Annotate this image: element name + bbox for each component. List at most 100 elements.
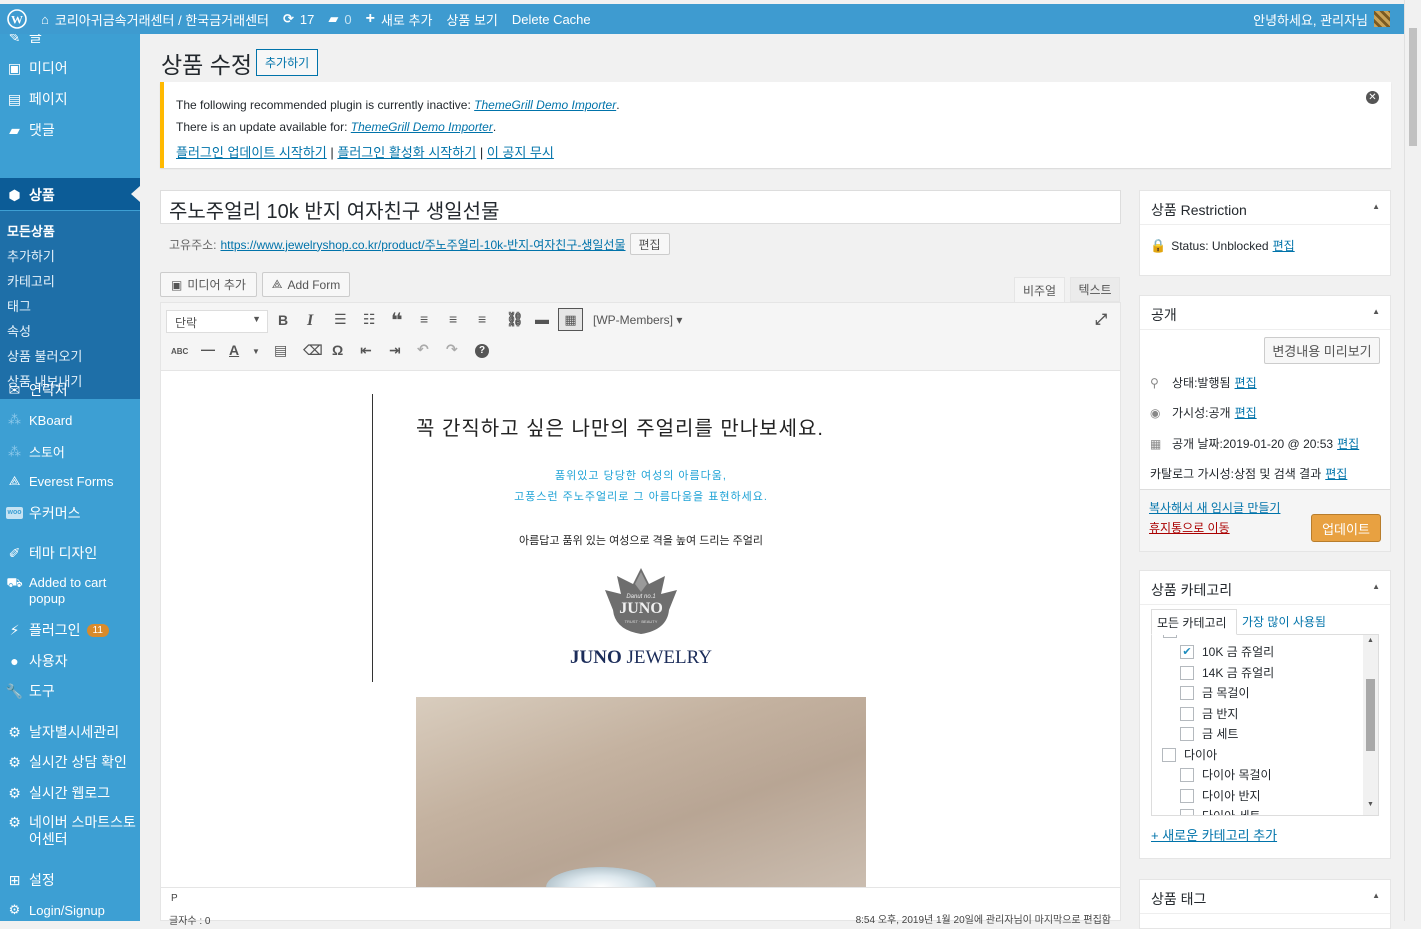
view-product-link[interactable]: 상품 보기	[439, 4, 504, 34]
menu-naver-smartstore[interactable]: ⚙ 네이버 스마트스토어센터	[0, 814, 140, 848]
scroll-up-icon[interactable]: ▲	[1367, 637, 1374, 644]
visibility-edit-link[interactable]: 편집	[1235, 404, 1257, 421]
menu-contact[interactable]: ✉ 연락처	[0, 380, 140, 400]
copy-draft-link[interactable]: 복사해서 새 임시글 만들기	[1149, 499, 1280, 516]
comments-link[interactable]: ▰ 0	[321, 4, 358, 34]
tab-text[interactable]: 텍스트	[1070, 277, 1120, 302]
submenu-tags[interactable]: 태그	[7, 296, 31, 315]
notice-plugin-link-1[interactable]: ThemeGrill Demo Importer	[474, 98, 616, 112]
publish-title[interactable]: 공개	[1140, 296, 1390, 330]
add-form-button[interactable]: ⟁ Add Form	[262, 272, 350, 297]
restriction-title[interactable]: 상품 Restriction	[1140, 191, 1390, 225]
editor-content[interactable]: 꼭 간직하고 싶은 나만의 주얼리를 만나보세요. 품위있고 당당한 여성의 아…	[161, 372, 1120, 887]
checkbox[interactable]	[1180, 767, 1194, 782]
checkbox[interactable]	[1180, 808, 1194, 815]
add-media-button[interactable]: ▣ 미디어 추가	[160, 272, 257, 297]
updates-link[interactable]: ⟳ 17	[276, 4, 321, 34]
menu-woocommerce[interactable]: woo 우커머스	[0, 503, 140, 523]
menu-plugins[interactable]: ⚡ 플러그인 11	[0, 620, 140, 640]
category-item[interactable]: ✔ 10K 금 쥬얼리	[1180, 643, 1274, 660]
undo-icon[interactable]: ↶	[417, 341, 429, 358]
menu-store[interactable]: ⁂ 스토어	[0, 442, 140, 461]
format-select[interactable]: 단락 ▼	[166, 310, 268, 333]
preview-changes-button[interactable]: 변경내용 미리보기	[1264, 337, 1380, 364]
category-item[interactable]: 다이아 반지	[1180, 787, 1261, 804]
menu-kboard[interactable]: ⁂ KBoard	[0, 412, 140, 428]
help-icon[interactable]: ?	[475, 344, 489, 358]
submenu-import[interactable]: 상품 불러오기	[7, 346, 82, 365]
bullet-list-icon[interactable]: ☰	[334, 311, 347, 328]
post-title-input[interactable]: 주노주얼리 10k 반지 여자친구 생일선물	[160, 190, 1121, 224]
trash-link[interactable]: 휴지통으로 이동	[1149, 519, 1230, 536]
align-center-icon[interactable]: ≡	[449, 311, 457, 327]
begin-update-link[interactable]: 플러그인 업데이트 시작하기	[176, 145, 327, 160]
tab-all-categories[interactable]: 모든 카테고리	[1151, 609, 1237, 635]
clear-format-icon[interactable]: ⌫	[303, 342, 323, 359]
text-color-icon[interactable]: A	[229, 342, 239, 358]
blockquote-icon[interactable]: ❝	[391, 308, 403, 333]
menu-pages[interactable]: ▤ 페이지	[0, 89, 140, 109]
category-item[interactable]: 금 반지	[1180, 705, 1238, 722]
permalink-edit-button[interactable]: 편집	[629, 233, 670, 255]
permalink-link[interactable]: https://www.jewelryshop.co.kr/product/주노…	[221, 236, 626, 253]
omega-icon[interactable]: Ω	[332, 342, 343, 358]
checkbox[interactable]	[1180, 706, 1194, 721]
category-item[interactable]: 금 세트	[1180, 725, 1238, 742]
new-content-link[interactable]: + 새로 추가	[359, 4, 440, 34]
bold-icon[interactable]: B	[278, 312, 288, 328]
close-icon[interactable]: ✕	[1366, 91, 1379, 104]
indent-icon[interactable]: ⇥	[389, 342, 401, 359]
menu-settings[interactable]: ⊞ 설정	[0, 870, 140, 890]
paste-text-icon[interactable]: ▤	[274, 342, 287, 359]
catalog-edit-link[interactable]: 편집	[1325, 465, 1347, 482]
menu-login-signup[interactable]: ⚙ Login/Signup	[0, 902, 140, 918]
outdent-icon[interactable]: ⇤	[360, 342, 372, 359]
checkbox[interactable]	[1180, 726, 1194, 741]
menu-tools[interactable]: 🔧 도구	[0, 681, 140, 701]
horizontal-line-icon[interactable]: —	[201, 341, 215, 357]
strikethrough-icon[interactable]: ABC	[171, 347, 188, 356]
numbered-list-icon[interactable]: ☷	[363, 311, 376, 328]
my-account[interactable]: 안녕하세요, 관리자님	[1253, 10, 1410, 29]
align-left-icon[interactable]: ≡	[420, 311, 428, 327]
menu-media[interactable]: ▣ 미디어	[0, 58, 140, 78]
menu-comments[interactable]: ▰ 댓글	[0, 120, 140, 140]
menu-everest-forms[interactable]: ⟁ Everest Forms	[0, 473, 140, 489]
fullscreen-icon[interactable]: ⤢	[1095, 311, 1107, 328]
restriction-edit-link[interactable]: 편집	[1273, 237, 1295, 254]
status-edit-link[interactable]: 편집	[1235, 374, 1257, 391]
dismiss-notice-link[interactable]: 이 공지 무시	[487, 145, 554, 160]
tags-title[interactable]: 상품 태그	[1140, 880, 1390, 914]
category-item[interactable]: 다이아 세트	[1180, 807, 1261, 815]
category-item[interactable]: 금 목걸이	[1180, 684, 1250, 701]
delete-cache-link[interactable]: Delete Cache	[505, 4, 598, 34]
menu-users[interactable]: ● 사용자	[0, 651, 140, 671]
category-item[interactable]: 다이아 목걸이	[1180, 766, 1272, 783]
chevron-down-icon[interactable]: ▼	[252, 347, 260, 356]
submenu-all-products[interactable]: 모든상품	[7, 221, 55, 240]
category-item[interactable]: 다이아	[1162, 746, 1217, 763]
checkbox[interactable]	[1162, 747, 1176, 762]
menu-live-chat[interactable]: ⚙ 실시간 상담 확인	[0, 752, 140, 772]
page-scrollbar[interactable]	[1404, 0, 1421, 921]
categories-title[interactable]: 상품 카테고리	[1140, 571, 1390, 605]
date-edit-link[interactable]: 편집	[1337, 435, 1359, 452]
begin-activate-link[interactable]: 플러그인 활성화 시작하기	[337, 145, 476, 160]
notice-plugin-link-2[interactable]: ThemeGrill Demo Importer	[351, 120, 493, 134]
scroll-thumb[interactable]	[1366, 679, 1375, 751]
add-new-button[interactable]: 추가하기	[256, 49, 319, 76]
read-more-icon[interactable]: ▬	[535, 311, 549, 327]
add-category-link[interactable]: + 새로운 카테고리 추가	[1151, 825, 1277, 844]
checkbox[interactable]	[1180, 685, 1194, 700]
align-right-icon[interactable]: ≡	[478, 311, 486, 327]
scroll-down-icon[interactable]: ▼	[1367, 801, 1374, 808]
toolbar-toggle-icon[interactable]: ▦	[558, 308, 583, 331]
submenu-add-new[interactable]: 추가하기	[7, 246, 55, 265]
category-item[interactable]: 14K 금 쥬얼리	[1180, 664, 1274, 681]
tab-visual[interactable]: 비주얼	[1014, 277, 1065, 302]
wordpress-logo-icon[interactable]: W	[0, 4, 34, 34]
checkbox[interactable]: ✔	[1180, 644, 1194, 659]
submenu-attributes[interactable]: 속성	[7, 321, 31, 340]
checkbox[interactable]	[1180, 788, 1194, 803]
category-scrollbar[interactable]: ▲ ▼	[1363, 635, 1378, 815]
